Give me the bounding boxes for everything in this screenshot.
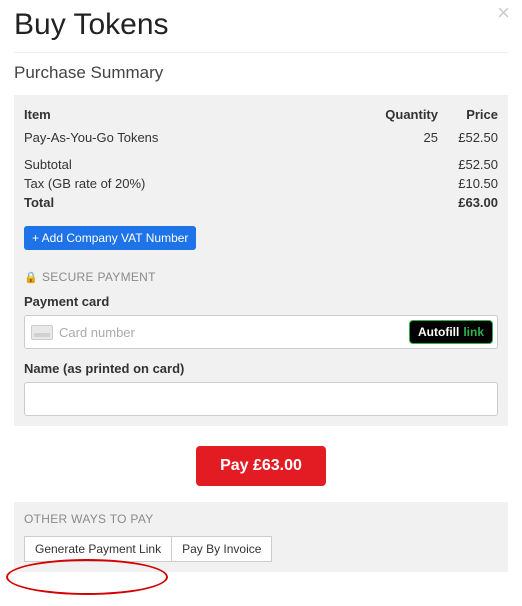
pay-row: Pay £63.00 <box>14 446 508 486</box>
other-ways-heading: OTHER WAYS TO PAY <box>24 512 498 526</box>
pay-button[interactable]: Pay £63.00 <box>196 446 326 486</box>
lock-icon: 🔒 <box>24 271 38 284</box>
line-item-qty: 25 <box>378 130 438 145</box>
other-buttons-row: Generate Payment Link Pay By Invoice <box>24 536 498 562</box>
add-vat-button[interactable]: + Add Company VAT Number <box>24 226 196 250</box>
col-item: Item <box>24 107 378 122</box>
total-value: £63.00 <box>438 195 498 210</box>
tax-row: Tax (GB rate of 20%) £10.50 <box>24 174 498 193</box>
summary-header-row: Item Quantity Price <box>24 105 498 124</box>
summary-panel: Item Quantity Price Pay-As-You-Go Tokens… <box>14 95 508 426</box>
subtotal-value: £52.50 <box>438 157 498 172</box>
close-icon[interactable]: × <box>497 2 510 24</box>
line-item-row: Pay-As-You-Go Tokens 25 £52.50 <box>24 128 498 147</box>
card-icon <box>31 325 53 340</box>
line-item-price: £52.50 <box>438 130 498 145</box>
name-on-card-label: Name (as printed on card) <box>24 361 498 376</box>
pay-by-invoice-button[interactable]: Pay By Invoice <box>171 536 272 562</box>
purchase-summary-heading: Purchase Summary <box>14 63 508 83</box>
other-ways-panel: OTHER WAYS TO PAY Generate Payment Link … <box>14 502 508 572</box>
divider <box>14 52 508 53</box>
buy-tokens-modal: × Buy Tokens Purchase Summary Item Quant… <box>0 0 522 606</box>
tax-label: Tax (GB rate of 20%) <box>24 176 378 191</box>
name-on-card-input[interactable] <box>24 382 498 416</box>
total-label: Total <box>24 195 378 210</box>
subtotal-label: Subtotal <box>24 157 378 172</box>
col-price: Price <box>438 107 498 122</box>
line-item-name: Pay-As-You-Go Tokens <box>24 130 378 145</box>
autofill-suffix: link <box>463 325 484 339</box>
autofill-link-button[interactable]: Autofill link <box>409 320 493 344</box>
secure-payment-label: 🔒 SECURE PAYMENT <box>24 270 498 284</box>
subtotal-row: Subtotal £52.50 <box>24 155 498 174</box>
card-number-field[interactable]: Autofill link <box>24 315 498 349</box>
generate-payment-link-button[interactable]: Generate Payment Link <box>24 536 172 562</box>
autofill-brand: Autofill <box>418 325 459 339</box>
col-quantity: Quantity <box>378 107 438 122</box>
secure-text: SECURE PAYMENT <box>42 270 156 284</box>
tax-value: £10.50 <box>438 176 498 191</box>
modal-title: Buy Tokens <box>14 8 508 42</box>
total-row: Total £63.00 <box>24 193 498 212</box>
payment-card-label: Payment card <box>24 294 498 309</box>
